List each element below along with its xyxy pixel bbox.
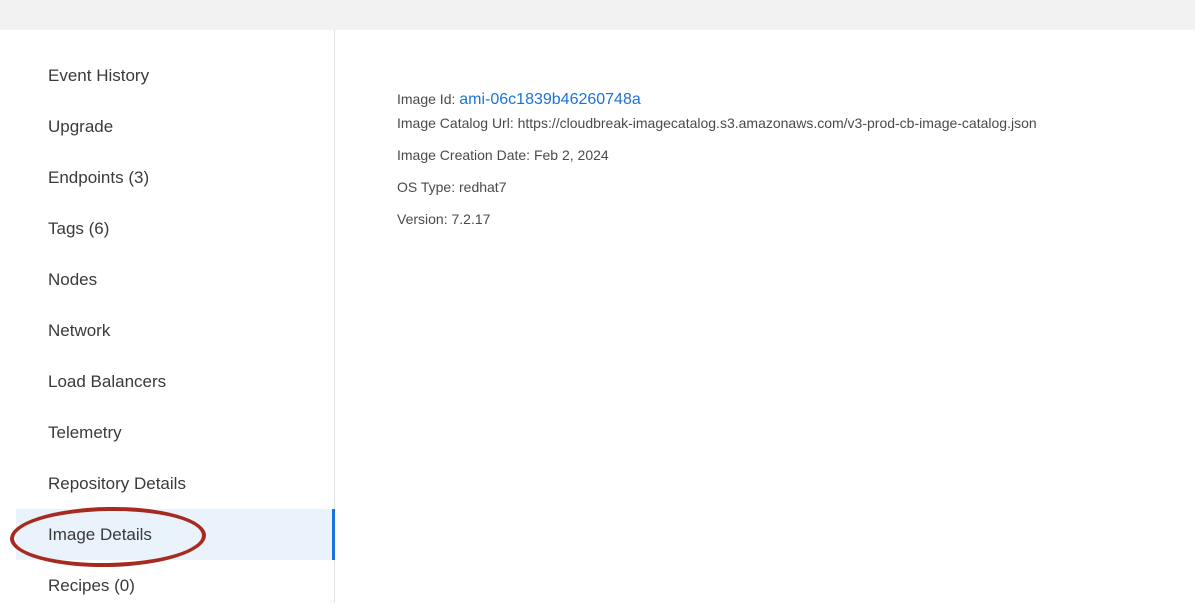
sidebar-item-network[interactable]: Network bbox=[16, 305, 334, 356]
sidebar-nav: Event History Upgrade Endpoints (3) Tags… bbox=[16, 30, 335, 603]
sidebar-item-recipes[interactable]: Recipes (0) bbox=[16, 560, 334, 611]
sidebar-item-label: Image Details bbox=[48, 524, 152, 544]
os-type-label: OS Type: bbox=[397, 179, 456, 195]
sidebar-item-label: Telemetry bbox=[48, 422, 122, 442]
image-id-label: Image Id: bbox=[397, 91, 456, 107]
sidebar-item-telemetry[interactable]: Telemetry bbox=[16, 407, 334, 458]
image-creation-date-value: Feb 2, 2024 bbox=[533, 147, 609, 163]
image-details-panel: Image Id: ami-06c1839b46260748a Image Ca… bbox=[335, 30, 1195, 603]
sidebar-item-upgrade[interactable]: Upgrade bbox=[16, 101, 334, 152]
image-catalog-url-value: https://cloudbreak-imagecatalog.s3.amazo… bbox=[517, 115, 1037, 131]
sidebar-item-tags[interactable]: Tags (6) bbox=[16, 203, 334, 254]
sidebar-item-endpoints[interactable]: Endpoints (3) bbox=[16, 152, 334, 203]
image-catalog-url-label: Image Catalog Url: bbox=[397, 115, 514, 131]
sidebar-item-label: Upgrade bbox=[48, 116, 114, 136]
image-creation-date-label: Image Creation Date: bbox=[397, 147, 531, 163]
sidebar-item-label: Endpoints (3) bbox=[48, 167, 150, 187]
sidebar-item-repository-details[interactable]: Repository Details bbox=[16, 458, 334, 509]
image-catalog-url-row: Image Catalog Url: https://cloudbreak-im… bbox=[397, 112, 1037, 144]
image-id-row: Image Id: ami-06c1839b46260748a bbox=[397, 88, 1037, 112]
version-row: Version: 7.2.17 bbox=[397, 208, 1037, 240]
sidebar-item-event-history[interactable]: Event History bbox=[16, 50, 334, 101]
image-id-link[interactable]: ami-06c1839b46260748a bbox=[459, 91, 640, 108]
sidebar-item-label: Nodes bbox=[48, 269, 98, 289]
sidebar-item-label: Repository Details bbox=[48, 473, 186, 493]
top-band bbox=[0, 0, 1195, 30]
sidebar-item-label: Recipes (0) bbox=[48, 575, 135, 595]
sidebar-item-label: Event History bbox=[48, 65, 150, 85]
sidebar-item-image-details[interactable]: Image Details bbox=[16, 509, 335, 560]
sidebar-item-label: Load Balancers bbox=[48, 371, 167, 391]
image-details-list: Image Id: ami-06c1839b46260748a Image Ca… bbox=[397, 88, 1037, 240]
left-gutter bbox=[0, 30, 16, 603]
sidebar-item-label: Tags (6) bbox=[48, 218, 110, 238]
sidebar-item-label: Network bbox=[48, 320, 111, 340]
sidebar-item-nodes[interactable]: Nodes bbox=[16, 254, 334, 305]
os-type-value: redhat7 bbox=[459, 179, 507, 195]
image-creation-date-row: Image Creation Date: Feb 2, 2024 bbox=[397, 144, 1037, 176]
sidebar-item-load-balancers[interactable]: Load Balancers bbox=[16, 356, 334, 407]
os-type-row: OS Type: redhat7 bbox=[397, 176, 1037, 208]
version-label: Version: bbox=[397, 211, 448, 227]
version-value: 7.2.17 bbox=[451, 211, 491, 227]
sidebar-list: Event History Upgrade Endpoints (3) Tags… bbox=[16, 30, 335, 611]
